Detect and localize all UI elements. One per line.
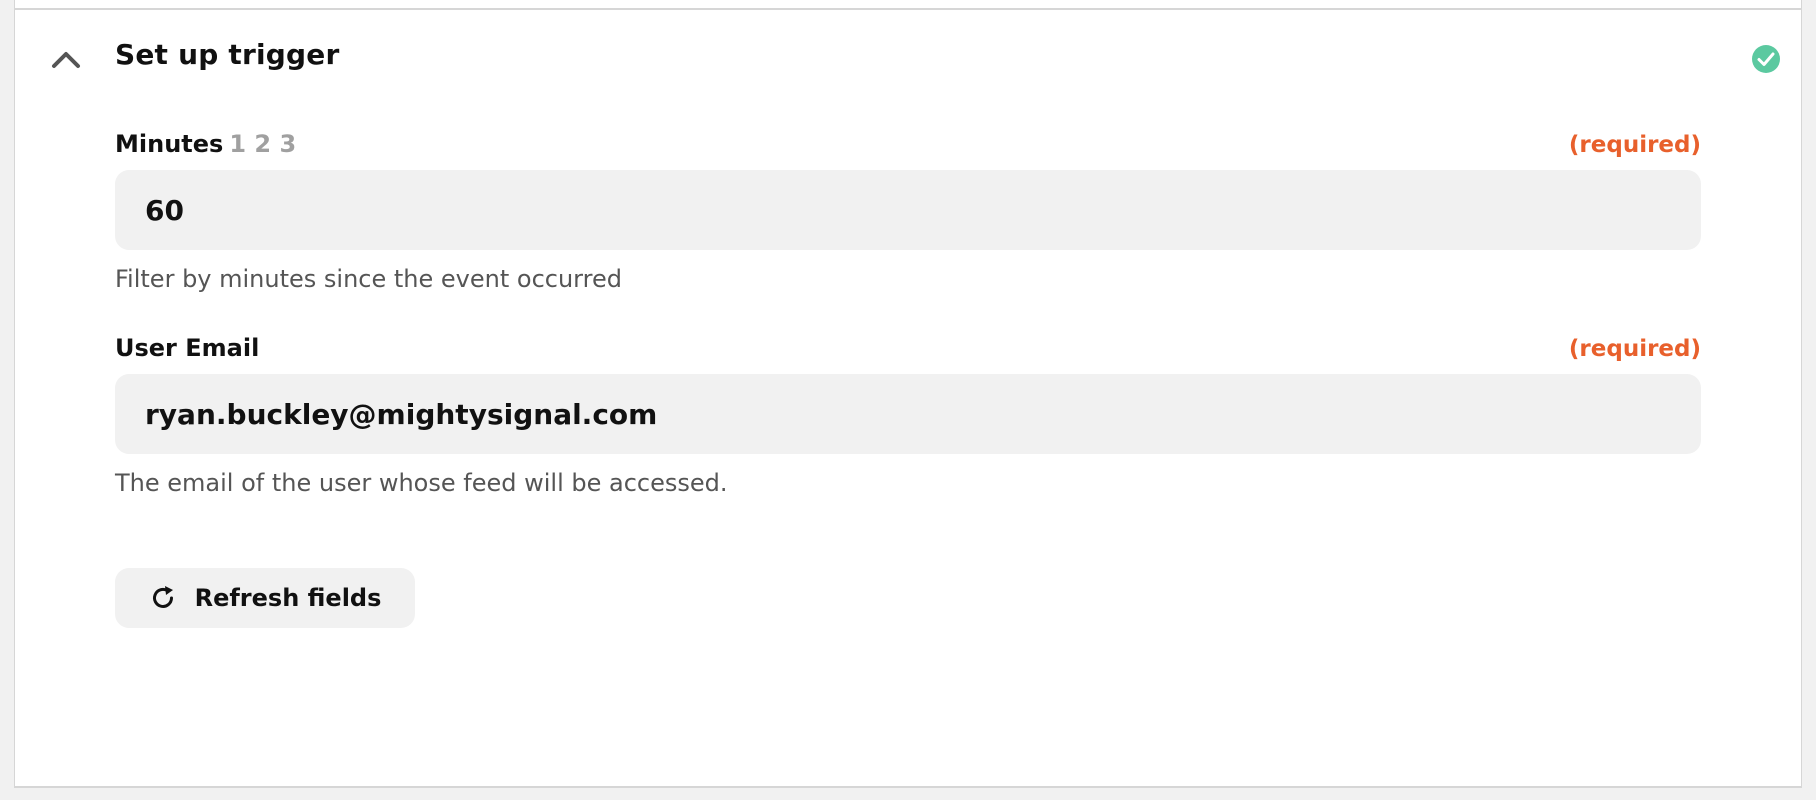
minutes-input[interactable] [115,170,1701,250]
refresh-icon [152,586,173,608]
minutes-required-tag: (required) [1568,132,1701,158]
user-email-input[interactable] [115,374,1701,454]
refresh-fields-button[interactable]: Refresh fields [115,568,415,628]
check-circle-icon [1752,45,1780,73]
minutes-label-extras: 1 2 3 [229,130,297,158]
user-email-required-tag: (required) [1568,336,1701,362]
minutes-label-row: Minutes 1 2 3 (required) [115,130,1701,162]
user-email-label: User Email [115,334,260,362]
minutes-help-text: Filter by minutes since the event occurr… [115,265,622,293]
user-email-help-text: The email of the user whose feed will be… [115,469,728,497]
section-header: Set up trigger [15,22,1801,96]
refresh-fields-label: Refresh fields [194,584,382,612]
user-email-label-row: User Email (required) [115,334,1701,366]
chevron-up-icon [52,52,80,68]
collapse-toggle-button[interactable] [51,40,111,78]
minutes-label: Minutes [115,130,224,158]
top-divider [15,8,1801,10]
section-title: Set up trigger [115,38,340,71]
trigger-panel: Set up trigger Minutes1 2 3 (required) F… [14,0,1802,788]
minutes-label-group: Minutes 1 2 3 [115,130,296,158]
